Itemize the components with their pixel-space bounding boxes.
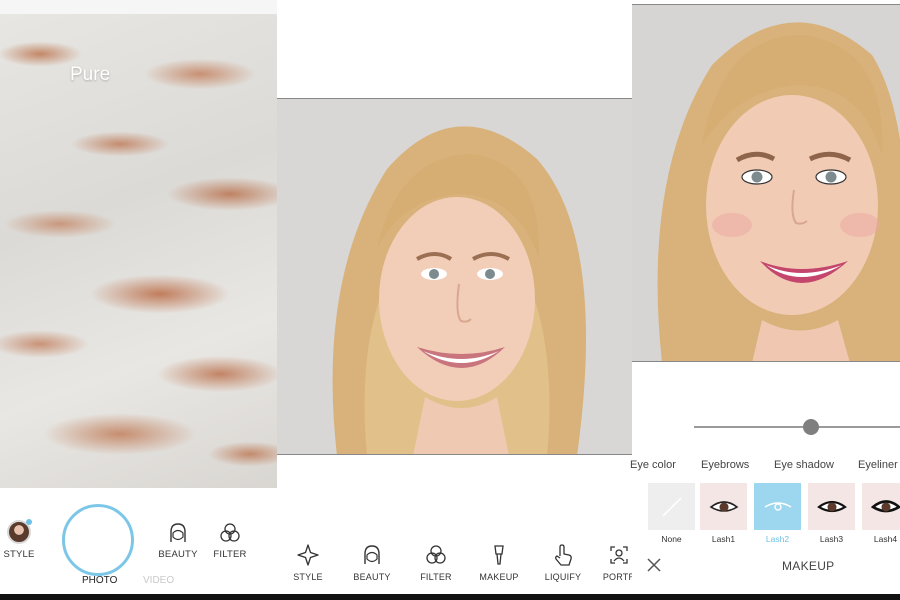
sparkle-icon — [297, 544, 319, 566]
category-eyebrows[interactable]: Eyebrows — [701, 459, 749, 471]
slash-icon — [661, 496, 682, 517]
portrait-illustration — [277, 99, 632, 454]
tool-liquify[interactable]: LIQUIFY — [538, 544, 588, 582]
shutter-button[interactable] — [62, 504, 134, 576]
lash-swatch-selected — [754, 483, 801, 530]
portrait-photo — [277, 98, 632, 455]
option-lash2[interactable]: Lash2 — [754, 483, 801, 544]
portrait-icon — [610, 546, 628, 564]
tool-makeup[interactable]: MAKEUP — [474, 544, 524, 582]
tool-label: PORTR — [602, 572, 636, 582]
tool-beauty[interactable]: BEAUTY — [347, 544, 397, 582]
style-label: STYLE — [3, 549, 35, 560]
portrait-photo-makeup — [632, 4, 900, 362]
tool-label: BEAUTY — [353, 572, 391, 582]
tool-label: FILTER — [420, 572, 452, 582]
lash-swatch — [862, 483, 900, 530]
camera-screen: Pure STYLE PHOTO VIDEO BEAUTY FILTER — [0, 0, 277, 594]
option-lash1[interactable]: Lash1 — [700, 483, 747, 544]
makeup-title: MAKEUP — [782, 559, 835, 573]
makeup-screen: Eye color Eyebrows Eye shadow Eyeliner N… — [630, 0, 900, 594]
tool-label: LIQUIFY — [544, 572, 582, 582]
style-avatar-icon — [7, 519, 32, 544]
camera-viewfinder[interactable]: Pure — [0, 14, 277, 488]
mode-video[interactable]: VIDEO — [143, 575, 174, 586]
close-icon[interactable] — [646, 557, 662, 573]
tool-filter[interactable]: FILTER — [411, 544, 461, 582]
intensity-slider-knob[interactable] — [803, 419, 820, 435]
option-label: Lash4 — [873, 534, 898, 544]
new-indicator-dot — [26, 519, 32, 525]
option-label: Lash3 — [819, 534, 844, 544]
option-lash4[interactable]: Lash4 — [862, 483, 900, 544]
eye-icon — [709, 500, 738, 512]
option-label: None — [661, 534, 682, 544]
option-label: Lash1 — [711, 534, 736, 544]
editor-toolbar: STYLE BEAUTY FILTER MAKEUP LIQUIFY PORTR — [277, 540, 636, 594]
tool-style[interactable]: STYLE — [283, 544, 333, 582]
mode-photo[interactable]: PHOTO — [82, 575, 117, 586]
portrait-illustration — [632, 5, 900, 361]
filter-button[interactable]: FILTER — [210, 522, 250, 560]
none-swatch — [648, 483, 695, 530]
eye-icon — [816, 500, 847, 512]
tool-label: MAKEUP — [479, 572, 519, 582]
category-eyeliner[interactable]: Eyeliner — [858, 459, 898, 471]
screenshot-collage: Pure STYLE PHOTO VIDEO BEAUTY FILTER STY… — [0, 0, 900, 600]
lash-swatch — [808, 483, 855, 530]
beauty-button[interactable]: BEAUTY — [158, 522, 198, 560]
brush-icon — [494, 545, 504, 565]
editor-screen: STYLE BEAUTY FILTER MAKEUP LIQUIFY PORTR — [277, 0, 636, 594]
lash-swatch — [700, 483, 747, 530]
eye-icon — [764, 501, 791, 511]
option-lash3[interactable]: Lash3 — [808, 483, 855, 544]
option-label: Lash2 — [765, 534, 790, 544]
category-eye-color[interactable]: Eye color — [630, 459, 676, 471]
status-bar — [0, 0, 277, 14]
eye-icon — [870, 499, 900, 512]
category-eye-shadow[interactable]: Eye shadow — [774, 459, 834, 471]
option-none[interactable]: None — [648, 483, 695, 544]
camera-controls: STYLE PHOTO VIDEO BEAUTY FILTER — [0, 488, 277, 594]
style-button[interactable]: STYLE — [2, 519, 36, 560]
face-outline-icon — [170, 523, 186, 542]
three-circles-icon — [220, 523, 240, 542]
tool-label: STYLE — [293, 572, 323, 582]
filter-label: FILTER — [213, 549, 247, 560]
face-outline-icon — [364, 545, 380, 564]
bottom-edge — [0, 594, 900, 600]
beauty-label: BEAUTY — [158, 549, 198, 560]
filter-name-label: Pure — [70, 64, 111, 85]
three-circles-icon — [426, 545, 446, 564]
intensity-slider-track[interactable] — [694, 426, 900, 428]
hand-pointer-icon — [555, 544, 572, 566]
